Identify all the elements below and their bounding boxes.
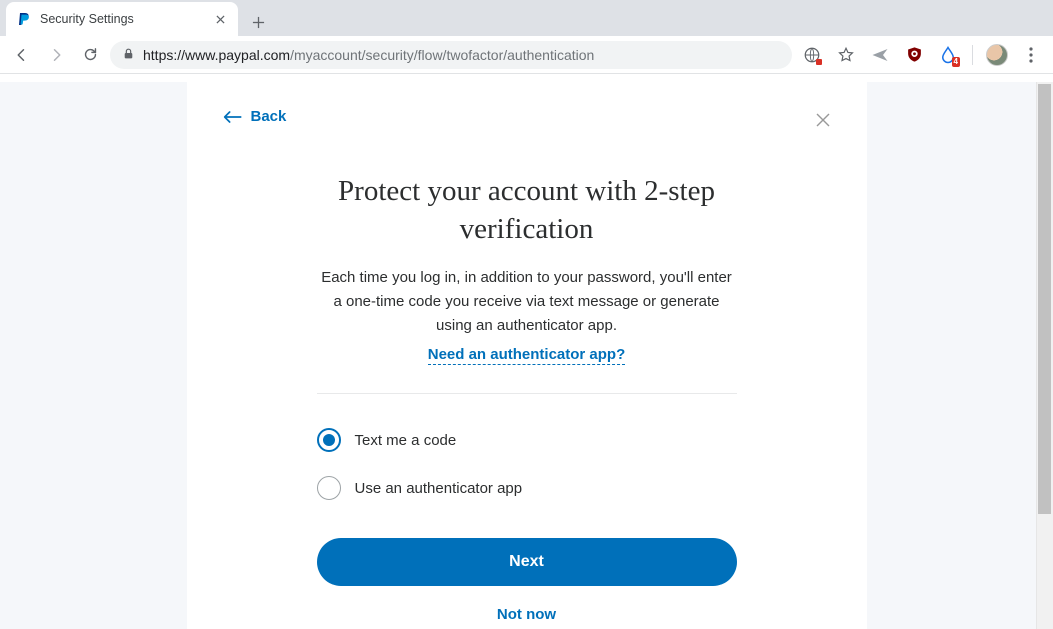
nav-back-button[interactable] xyxy=(8,41,36,69)
profile-avatar[interactable] xyxy=(983,41,1011,69)
vertical-scrollbar[interactable] xyxy=(1036,82,1053,629)
extension-drop-icon[interactable]: 4 xyxy=(934,41,962,69)
radio-selected-icon xyxy=(317,428,341,452)
verification-options: Text me a code Use an authenticator app xyxy=(317,416,737,512)
ublock-extension-icon[interactable] xyxy=(900,41,928,69)
lock-icon xyxy=(122,47,135,63)
extension-badge: 4 xyxy=(952,57,960,67)
tab-title: Security Settings xyxy=(40,12,204,26)
arrow-left-icon xyxy=(223,110,243,124)
nav-reload-button[interactable] xyxy=(76,41,104,69)
content-card: Back Protect your account with 2-step ve… xyxy=(187,82,867,629)
toolbar-separator xyxy=(972,45,973,65)
url-text: https://www.paypal.com/myaccount/securit… xyxy=(143,47,594,63)
not-now-link[interactable]: Not now xyxy=(317,606,737,623)
new-tab-button[interactable] xyxy=(244,8,272,36)
next-button[interactable]: Next xyxy=(317,538,737,586)
scrollbar-thumb[interactable] xyxy=(1038,84,1051,514)
paypal-favicon-icon xyxy=(16,11,32,27)
browser-toolbar: https://www.paypal.com/myaccount/securit… xyxy=(0,36,1053,74)
address-bar[interactable]: https://www.paypal.com/myaccount/securit… xyxy=(110,41,792,69)
page-description: Each time you log in, in addition to you… xyxy=(317,266,737,338)
authenticator-help-link[interactable]: Need an authenticator app? xyxy=(428,346,626,365)
radio-unselected-icon xyxy=(317,476,341,500)
tab-strip: Security Settings xyxy=(0,0,1053,36)
option-text-me-label: Text me a code xyxy=(355,432,457,449)
section-divider xyxy=(317,393,737,394)
nav-forward-button[interactable] xyxy=(42,41,70,69)
back-label: Back xyxy=(251,108,287,125)
browser-menu-button[interactable] xyxy=(1017,47,1045,63)
page-viewport: Back Protect your account with 2-step ve… xyxy=(0,82,1053,629)
translate-extension-icon[interactable] xyxy=(798,41,826,69)
close-dialog-button[interactable] xyxy=(815,112,831,133)
option-authenticator-label: Use an authenticator app xyxy=(355,480,523,497)
option-text-me[interactable]: Text me a code xyxy=(317,416,737,464)
tab-close-icon[interactable] xyxy=(212,11,228,27)
bookmark-star-icon[interactable] xyxy=(832,41,860,69)
page-title: Protect your account with 2-step verific… xyxy=(317,173,737,248)
extension-plane-icon[interactable] xyxy=(866,41,894,69)
main-content: Protect your account with 2-step verific… xyxy=(317,173,737,623)
option-authenticator-app[interactable]: Use an authenticator app xyxy=(317,464,737,512)
back-link[interactable]: Back xyxy=(223,108,831,125)
browser-tab[interactable]: Security Settings xyxy=(6,2,238,36)
